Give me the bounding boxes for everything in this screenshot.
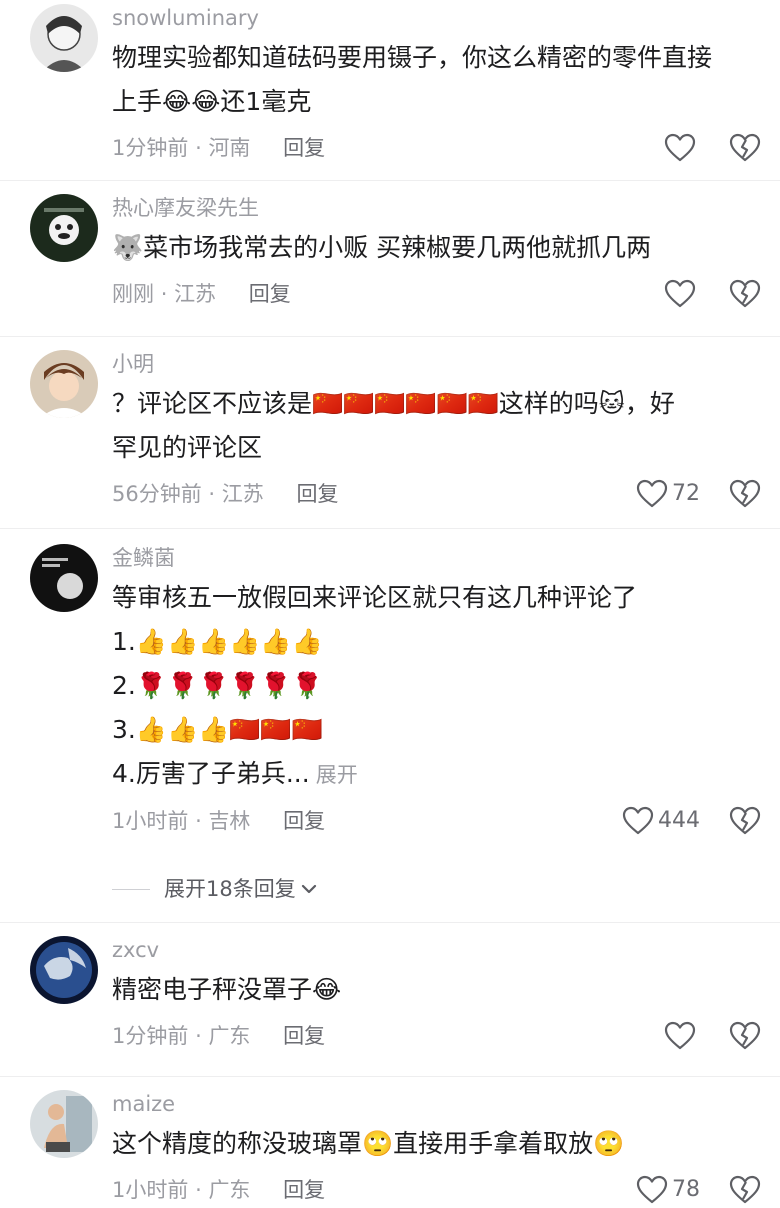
separator: · (160, 282, 168, 306)
comment-line: 精密电子秤没罩子😂 (112, 975, 342, 1004)
comment-meta: 1小时前 · 吉林 回复 444 (112, 803, 762, 839)
comment-line: 3.👍👍👍🇨🇳🇨🇳🇨🇳 (112, 715, 323, 744)
comment-meta: 56分钟前 · 江苏 回复 72 (112, 476, 762, 512)
location: 广东 (208, 1178, 251, 1202)
separator: · (195, 1024, 202, 1048)
username[interactable]: 小明 (112, 350, 762, 378)
heart-icon (636, 1175, 668, 1204)
reply-button[interactable]: 回复 (283, 1024, 325, 1048)
broken-heart-icon (729, 806, 761, 835)
comment-line: 4.厉害了子弟兵... 展开 (112, 752, 762, 797)
expand-replies-label: 展开18条回复 (164, 877, 296, 901)
divider (0, 922, 780, 923)
username[interactable]: 金鳞菌 (112, 544, 762, 572)
comment-text: 这个精度的称没玻璃罩🙄直接用手拿着取放🙄 (112, 1122, 762, 1166)
comment-meta: 刚刚 · 江苏 回复 (112, 276, 762, 312)
comment-text: 等审核五一放假回来评论区就只有这几种评论了 1.👍👍👍👍👍👍 2.🌹🌹🌹🌹🌹🌹 … (112, 576, 762, 797)
comment-line: 等审核五一放假回来评论区就只有这几种评论了 (112, 583, 638, 612)
timestamp: 刚刚 (112, 282, 154, 306)
username[interactable]: 热心摩友梁先生 (112, 194, 762, 222)
heart-icon (622, 806, 654, 835)
expand-replies-button[interactable]: 展开18条回复 (112, 873, 320, 905)
username[interactable]: snowluminary (112, 4, 762, 32)
like-button[interactable] (610, 1021, 700, 1051)
dislike-button[interactable] (728, 806, 762, 836)
reply-button[interactable]: 回复 (283, 136, 325, 160)
timestamp: 1小时前 (112, 1178, 189, 1202)
timestamp: 56分钟前 (112, 482, 202, 506)
dislike-button[interactable] (728, 1175, 762, 1205)
dislike-button[interactable] (728, 479, 762, 509)
comment-text: 物理实验都知道砝码要用镊子，你这么精密的零件直接 上手😂😂还1毫克 (112, 36, 762, 124)
comment-line: 上手😂😂还1毫克 (112, 87, 312, 116)
avatar[interactable] (30, 194, 98, 262)
comment-text: 精密电子秤没罩子😂 (112, 968, 762, 1012)
location: 江苏 (174, 282, 217, 306)
broken-heart-icon (729, 133, 761, 162)
expand-text-button[interactable]: 展开 (316, 763, 358, 787)
comment-line: 罕见的评论区 (112, 433, 263, 462)
location: 广东 (208, 1024, 251, 1048)
comment-text: ？评论区不应该是🇨🇳🇨🇳🇨🇳🇨🇳🇨🇳🇨🇳这样的吗🐱，好 罕见的评论区 (112, 382, 762, 470)
comment-line: ？评论区不应该是🇨🇳🇨🇳🇨🇳🇨🇳🇨🇳🇨🇳这样的吗🐱，好 (112, 389, 675, 418)
comment-text: 🐺菜市场我常去的小贩 买辣椒要几两他就抓几两 (112, 226, 762, 270)
avatar[interactable] (30, 936, 98, 1004)
comment-line: 这个精度的称没玻璃罩🙄直接用手拿着取放🙄 (112, 1129, 625, 1158)
divider (0, 180, 780, 181)
reply-button[interactable]: 回复 (249, 282, 291, 306)
comment-line: 1.👍👍👍👍👍👍 (112, 627, 323, 656)
chevron-down-icon (301, 884, 316, 894)
broken-heart-icon (729, 479, 761, 508)
avatar[interactable] (30, 4, 98, 72)
timestamp: 1小时前 (112, 809, 189, 833)
broken-heart-icon (729, 279, 761, 308)
heart-icon (664, 1021, 696, 1050)
reply-button[interactable]: 回复 (283, 1178, 325, 1202)
location: 河南 (208, 136, 251, 160)
like-button[interactable]: 72 (610, 476, 700, 512)
comment-line-text: 4.厉害了子弟兵... (112, 759, 310, 788)
like-button[interactable] (610, 133, 700, 163)
location: 吉林 (208, 809, 251, 833)
divider (0, 1076, 780, 1077)
reply-button[interactable]: 回复 (296, 482, 338, 506)
like-count: 72 (672, 481, 700, 506)
timestamp: 1分钟前 (112, 1024, 189, 1048)
like-button[interactable] (610, 279, 700, 309)
avatar[interactable] (30, 1090, 98, 1158)
broken-heart-icon (729, 1175, 761, 1204)
like-count: 78 (672, 1177, 700, 1202)
username[interactable]: zxcv (112, 936, 762, 964)
heart-icon (636, 479, 668, 508)
like-button[interactable]: 78 (610, 1172, 700, 1208)
separator: · (208, 482, 216, 506)
separator: · (195, 1178, 202, 1202)
timestamp: 1分钟前 (112, 136, 189, 160)
comment-meta: 1分钟前 · 广东 回复 (112, 1018, 762, 1054)
dislike-button[interactable] (728, 279, 762, 309)
comment-line: 🐺菜市场我常去的小贩 买辣椒要几两他就抓几两 (112, 233, 652, 262)
comment-meta: 1分钟前 · 河南 回复 (112, 130, 762, 166)
divider (0, 528, 780, 529)
separator: · (195, 136, 202, 160)
dislike-button[interactable] (728, 133, 762, 163)
dislike-button[interactable] (728, 1021, 762, 1051)
avatar[interactable] (30, 544, 98, 612)
like-button[interactable]: 444 (610, 803, 700, 839)
divider (0, 336, 780, 337)
comment-line: 物理实验都知道砝码要用镊子，你这么精密的零件直接 (112, 43, 713, 72)
separator: · (195, 809, 202, 833)
broken-heart-icon (729, 1021, 761, 1050)
heart-icon (664, 133, 696, 162)
reply-button[interactable]: 回复 (283, 809, 325, 833)
location: 江苏 (221, 482, 264, 506)
like-count: 444 (658, 808, 700, 833)
username[interactable]: maize (112, 1090, 762, 1118)
heart-icon (664, 279, 696, 308)
avatar[interactable] (30, 350, 98, 418)
expand-rule (112, 888, 150, 890)
comment-meta: 1小时前 · 广东 回复 78 (112, 1172, 762, 1208)
comment-list: snowluminary 物理实验都知道砝码要用镊子，你这么精密的零件直接 上手… (0, 0, 780, 1204)
comment-line: 2.🌹🌹🌹🌹🌹🌹 (112, 671, 323, 700)
